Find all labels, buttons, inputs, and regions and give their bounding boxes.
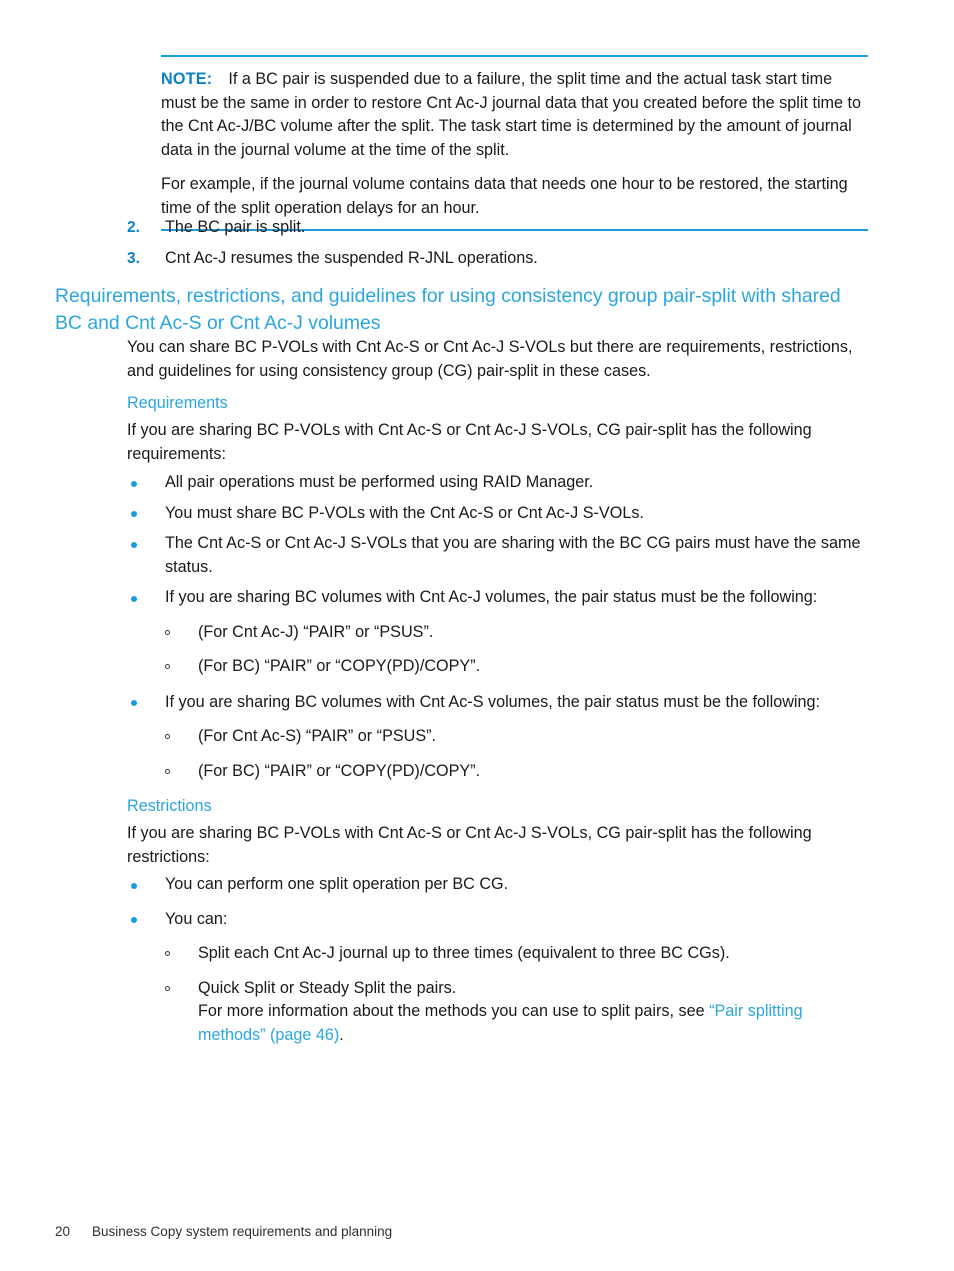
page-number: 20 bbox=[55, 1224, 71, 1239]
sub-list-item: (For Cnt Ac-J) “PAIR” or “PSUS”. bbox=[127, 621, 868, 645]
requirements-intro: If you are sharing BC P-VOLs with Cnt Ac… bbox=[127, 421, 812, 463]
footer-chapter-title: Business Copy system requirements and pl… bbox=[92, 1224, 393, 1239]
sub-list-item-text: (For Cnt Ac-S) “PAIR” or “PSUS”. bbox=[198, 727, 437, 745]
note-first-paragraph: NOTE: If a BC pair is suspended due to a … bbox=[161, 68, 868, 162]
bullet-circle-icon bbox=[165, 768, 170, 774]
bullet-dot-icon bbox=[131, 511, 137, 517]
sub-list-item-text: Split each Cnt Ac-J journal up to three … bbox=[198, 944, 730, 962]
bullet-circle-icon bbox=[165, 985, 170, 991]
sub-list-item: (For BC) “PAIR” or “COPY(PD)/COPY”. bbox=[127, 655, 868, 679]
list-item: You can: bbox=[127, 908, 868, 932]
list-item-text: You must share BC P-VOLs with the Cnt Ac… bbox=[165, 503, 644, 522]
bullet-circle-icon bbox=[165, 951, 170, 956]
document-page: NOTE: If a BC pair is suspended due to a … bbox=[0, 0, 954, 1271]
step-text: Cnt Ac-J resumes the suspended R-JNL ope… bbox=[165, 248, 538, 267]
bullet-circle-icon bbox=[165, 629, 170, 635]
sub-list-item: (For Cnt Ac-S) “PAIR” or “PSUS”. bbox=[127, 725, 868, 749]
procedure-step: 2. The BC pair is split. bbox=[127, 216, 868, 240]
note-admonition: NOTE: If a BC pair is suspended due to a … bbox=[161, 55, 868, 231]
bullet-dot-icon bbox=[131, 595, 137, 602]
sub-list-item-continuation: For more information about the methods y… bbox=[198, 1000, 868, 1047]
list-item: All pair operations must be performed us… bbox=[127, 471, 868, 495]
list-item-text: You can perform one split operation per … bbox=[165, 875, 509, 893]
bullet-dot-icon bbox=[131, 700, 137, 706]
sub-list-item: Quick Split or Steady Split the pairs. F… bbox=[127, 977, 868, 1048]
sub-list-item: (For BC) “PAIR” or “COPY(PD)/COPY”. bbox=[127, 760, 868, 784]
requirements-bullet-list: All pair operations must be performed us… bbox=[127, 471, 868, 790]
sub-list-item: Split each Cnt Ac-J journal up to three … bbox=[127, 942, 868, 966]
note-paragraph-text: If a BC pair is suspended due to a failu… bbox=[161, 70, 862, 159]
restrictions-bullet-list: You can perform one split operation per … bbox=[127, 873, 868, 1054]
restrictions-intro: If you are sharing BC P-VOLs with Cnt Ac… bbox=[127, 824, 812, 866]
section-heading: Requirements, restrictions, and guidelin… bbox=[55, 285, 841, 334]
list-item: You must share BC P-VOLs with the Cnt Ac… bbox=[127, 502, 868, 526]
sub-list-item-text: (For BC) “PAIR” or “COPY(PD)/COPY”. bbox=[198, 657, 481, 675]
xref-tail-text: . bbox=[339, 1025, 344, 1044]
step-number: 2. bbox=[127, 219, 140, 236]
sub-list-item-text: Quick Split or Steady Split the pairs. bbox=[198, 978, 457, 997]
bullet-circle-icon bbox=[165, 664, 170, 669]
bullet-dot-icon bbox=[131, 882, 137, 889]
note-label: NOTE: bbox=[161, 70, 213, 88]
list-item-text: All pair operations must be performed us… bbox=[165, 473, 594, 491]
xref-lead-text: For more information about the methods y… bbox=[198, 1002, 710, 1020]
note-second-paragraph: For example, if the journal volume conta… bbox=[161, 175, 848, 217]
list-item-text: If you are sharing BC volumes with Cnt A… bbox=[165, 692, 820, 711]
restrictions-heading: Restrictions bbox=[127, 797, 212, 815]
list-item-text: If you are sharing BC volumes with Cnt A… bbox=[165, 588, 818, 606]
list-item: If you are sharing BC volumes with Cnt A… bbox=[127, 586, 868, 610]
bullet-dot-icon bbox=[131, 480, 137, 487]
section-intro-paragraph: You can share BC P-VOLs with Cnt Ac-S or… bbox=[127, 338, 853, 380]
list-item: You can perform one split operation per … bbox=[127, 873, 868, 897]
list-item-text: The Cnt Ac-S or Cnt Ac-J S-VOLs that you… bbox=[165, 534, 861, 576]
step-number: 3. bbox=[127, 249, 140, 267]
sub-list-item-text: (For BC) “PAIR” or “COPY(PD)/COPY”. bbox=[198, 761, 481, 780]
step-text: The BC pair is split. bbox=[165, 218, 306, 236]
bullet-circle-icon bbox=[165, 734, 170, 739]
list-item: If you are sharing BC volumes with Cnt A… bbox=[127, 691, 868, 715]
list-item-text: You can: bbox=[165, 909, 228, 928]
bullet-dot-icon bbox=[131, 541, 137, 548]
list-item: The Cnt Ac-S or Cnt Ac-J S-VOLs that you… bbox=[127, 532, 868, 579]
requirements-heading: Requirements bbox=[127, 394, 228, 412]
procedure-step-list: 2. The BC pair is split. 3. Cnt Ac-J res… bbox=[127, 216, 868, 277]
procedure-step: 3. Cnt Ac-J resumes the suspended R-JNL … bbox=[127, 247, 868, 271]
bullet-dot-icon bbox=[131, 917, 137, 923]
sub-list-item-text: (For Cnt Ac-J) “PAIR” or “PSUS”. bbox=[198, 622, 434, 641]
page-footer: 20 Business Copy system requirements and … bbox=[55, 1223, 392, 1241]
